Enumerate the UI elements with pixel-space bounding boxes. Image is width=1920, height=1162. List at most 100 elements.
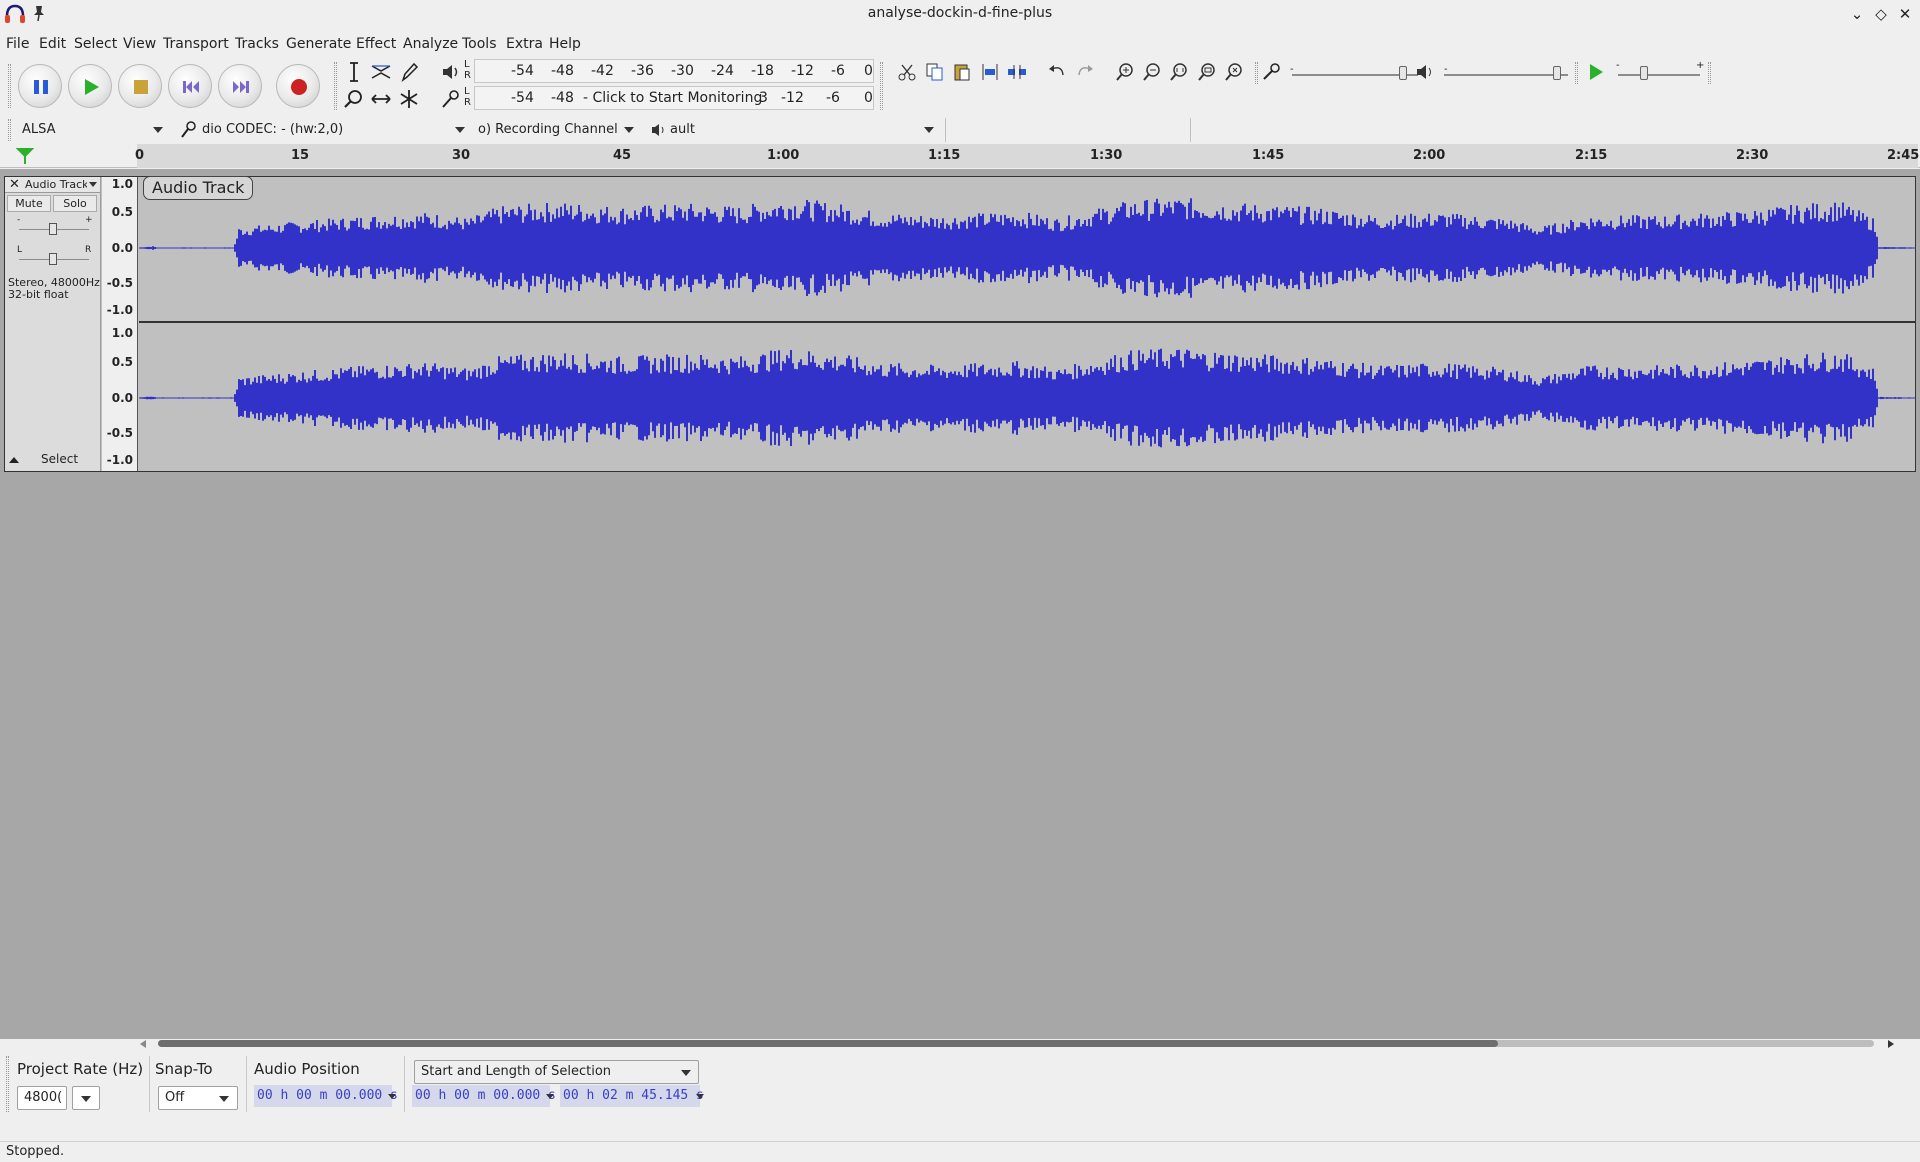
envelope-tool-icon[interactable] bbox=[369, 60, 393, 84]
scroll-thumb[interactable] bbox=[158, 1040, 1498, 1047]
undo-icon[interactable] bbox=[1046, 61, 1068, 83]
time-shift-tool-icon[interactable] bbox=[369, 87, 393, 111]
menu-generate[interactable]: Generate bbox=[286, 32, 351, 56]
chevron-down-icon[interactable] bbox=[455, 127, 465, 133]
zoom-toggle-icon[interactable] bbox=[1223, 61, 1245, 83]
chevron-down-icon[interactable] bbox=[89, 182, 97, 187]
selection-tool-icon[interactable] bbox=[342, 60, 366, 84]
pan-slider-thumb[interactable] bbox=[49, 253, 57, 265]
slider-min-mark: - bbox=[1616, 60, 1620, 71]
close-icon[interactable]: ✕ bbox=[1895, 4, 1915, 24]
chevron-down-icon[interactable] bbox=[546, 1094, 554, 1099]
redo-icon[interactable] bbox=[1074, 61, 1096, 83]
amplitude-ruler[interactable]: 1.0 0.5 0.0 -0.5 -1.0 1.0 0.5 0.0 -0.5 -… bbox=[102, 177, 138, 471]
menu-extra[interactable]: Extra bbox=[506, 32, 543, 56]
menu-transport[interactable]: Transport bbox=[163, 32, 229, 56]
menu-tools[interactable]: Tools bbox=[462, 32, 497, 56]
toolbar-grip[interactable] bbox=[1708, 62, 1711, 84]
toolbar-grip[interactable] bbox=[6, 1056, 9, 1112]
menu-tracks[interactable]: Tracks bbox=[235, 32, 279, 56]
separator bbox=[149, 1056, 150, 1112]
recording-volume-thumb[interactable] bbox=[1399, 66, 1407, 80]
fit-project-icon[interactable] bbox=[1196, 61, 1218, 83]
skip-to-start-button[interactable] bbox=[168, 64, 212, 108]
toolbar-grip[interactable] bbox=[8, 119, 11, 141]
play-at-speed-icon[interactable] bbox=[1585, 61, 1607, 83]
recording-device-select[interactable]: dio CODEC: - (hw:2,0) bbox=[202, 117, 464, 143]
zoom-in-icon[interactable] bbox=[1114, 61, 1136, 83]
toolbar-grip[interactable] bbox=[334, 62, 337, 110]
maximize-icon[interactable]: ◇ bbox=[1871, 4, 1891, 24]
playback-device-select[interactable]: ault bbox=[670, 117, 930, 143]
toolbar-grip[interactable] bbox=[880, 62, 883, 110]
recording-channels-select[interactable]: o) Recording Channel bbox=[478, 117, 638, 143]
selection-mode-select[interactable]: Start and Length of Selection bbox=[414, 1060, 699, 1084]
microphone-icon[interactable] bbox=[439, 87, 463, 111]
draw-tool-icon[interactable] bbox=[397, 60, 421, 84]
chevron-down-icon[interactable] bbox=[924, 127, 934, 133]
pin-playhead-icon[interactable] bbox=[16, 147, 34, 165]
record-meter[interactable]: -54 -48 -42 -36 -30 -24 -18 -12 -6 0 bbox=[474, 59, 874, 83]
timeline-ruler[interactable]: 0 15 30 45 1:00 1:15 1:30 1:45 2:00 2:15… bbox=[0, 144, 1920, 168]
track-control-panel: ✕ Audio Track Mute Solo - + L R Stereo, … bbox=[5, 177, 101, 471]
track-name-menu[interactable]: Audio Track bbox=[25, 177, 87, 193]
playback-speed-thumb[interactable] bbox=[1640, 66, 1648, 80]
solo-button[interactable]: Solo bbox=[53, 195, 97, 212]
scroll-left-icon[interactable] bbox=[140, 1040, 146, 1048]
project-rate-dropdown[interactable] bbox=[72, 1086, 100, 1110]
audio-host-select[interactable]: ALSA bbox=[22, 117, 172, 143]
minimize-icon[interactable]: ⌄ bbox=[1847, 4, 1867, 24]
playback-meter[interactable]: -54 -48 - Click to Start Monitoring 3 -1… bbox=[474, 86, 874, 110]
toolbar-grip[interactable] bbox=[8, 64, 11, 108]
chevron-down-icon[interactable] bbox=[696, 1094, 704, 1099]
menu-edit[interactable]: Edit bbox=[39, 32, 66, 56]
playback-speed-slider[interactable] bbox=[1618, 74, 1700, 76]
silence-audio-icon[interactable] bbox=[1006, 61, 1028, 83]
selection-length-time[interactable]: 00 h 02 m 45.145 s bbox=[560, 1085, 704, 1107]
cut-icon[interactable] bbox=[896, 61, 918, 83]
multi-tool-icon[interactable] bbox=[397, 87, 421, 111]
ruler-scale[interactable]: 0 15 30 45 1:00 1:15 1:30 1:45 2:00 2:15… bbox=[135, 144, 1919, 168]
audio-position-time[interactable]: 00 h 00 m 00.000 s bbox=[254, 1085, 398, 1107]
zoom-out-icon[interactable] bbox=[1141, 61, 1163, 83]
stop-button[interactable] bbox=[118, 64, 162, 108]
toolbar-grip[interactable] bbox=[1575, 62, 1578, 84]
clip-name-label[interactable]: Audio Track bbox=[143, 176, 254, 200]
close-track-icon[interactable]: ✕ bbox=[9, 177, 20, 193]
playback-volume-thumb[interactable] bbox=[1553, 66, 1561, 80]
project-rate-input[interactable]: 4800( bbox=[17, 1086, 67, 1110]
menu-view[interactable]: View bbox=[123, 32, 156, 56]
snap-to-select[interactable]: Off bbox=[158, 1086, 238, 1110]
skip-to-end-button[interactable] bbox=[218, 64, 262, 108]
selection-start-time[interactable]: 00 h 00 m 00.000 s bbox=[412, 1085, 556, 1107]
copy-icon[interactable] bbox=[924, 61, 946, 83]
collapse-track-icon[interactable] bbox=[9, 457, 19, 463]
menu-analyze[interactable]: Analyze bbox=[403, 32, 458, 56]
menu-help[interactable]: Help bbox=[549, 32, 581, 56]
select-track-button[interactable]: Select bbox=[41, 452, 78, 466]
scroll-right-icon[interactable] bbox=[1888, 1040, 1894, 1048]
play-button[interactable] bbox=[68, 64, 112, 108]
amp-label: -0.5 bbox=[106, 426, 133, 440]
pause-button[interactable] bbox=[18, 64, 62, 108]
monitoring-hint[interactable]: - Click to Start Monitoring bbox=[583, 90, 762, 106]
menu-file[interactable]: File bbox=[6, 32, 29, 56]
chevron-down-icon[interactable] bbox=[153, 127, 163, 133]
record-button[interactable] bbox=[276, 64, 320, 108]
menu-select[interactable]: Select bbox=[74, 32, 117, 56]
mute-button[interactable]: Mute bbox=[7, 195, 51, 212]
menu-effect[interactable]: Effect bbox=[356, 32, 396, 56]
toolbar-grip[interactable] bbox=[1255, 62, 1258, 84]
audio-track[interactable]: ✕ Audio Track Mute Solo - + L R Stereo, … bbox=[4, 176, 1916, 472]
chevron-down-icon[interactable] bbox=[624, 127, 634, 133]
gain-slider-thumb[interactable] bbox=[49, 223, 57, 235]
chevron-down-icon[interactable] bbox=[388, 1094, 396, 1099]
zoom-tool-icon[interactable] bbox=[342, 87, 366, 111]
horizontal-scrollbar[interactable] bbox=[140, 1038, 1896, 1051]
waveform[interactable] bbox=[139, 177, 1915, 471]
playback-volume-slider[interactable] bbox=[1444, 74, 1568, 76]
trim-audio-icon[interactable] bbox=[979, 61, 1001, 83]
paste-icon[interactable] bbox=[951, 61, 973, 83]
record-meter-icon[interactable] bbox=[439, 60, 463, 84]
fit-selection-icon[interactable] bbox=[1168, 61, 1190, 83]
